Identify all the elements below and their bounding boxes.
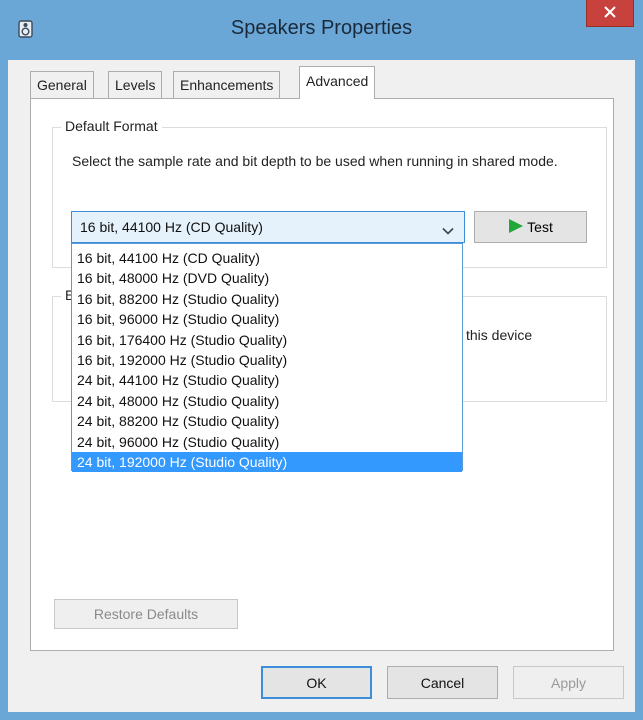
test-button-label: Test: [527, 219, 553, 235]
list-item[interactable]: 16 bit, 44100 Hz (CD Quality): [72, 248, 462, 268]
test-button[interactable]: Test: [474, 211, 587, 243]
ok-button[interactable]: OK: [261, 666, 372, 699]
list-item[interactable]: 16 bit, 176400 Hz (Studio Quality): [72, 330, 462, 350]
apply-button[interactable]: Apply: [513, 666, 624, 699]
play-icon: [508, 218, 524, 236]
list-item[interactable]: 24 bit, 88200 Hz (Studio Quality): [72, 411, 462, 431]
sample-rate-select[interactable]: 16 bit, 44100 Hz (CD Quality): [71, 211, 465, 243]
list-item[interactable]: 24 bit, 44100 Hz (Studio Quality): [72, 370, 462, 390]
restore-defaults-button[interactable]: Restore Defaults: [54, 599, 238, 629]
list-item[interactable]: 16 bit, 96000 Hz (Studio Quality): [72, 309, 462, 329]
tab-advanced[interactable]: Advanced: [299, 66, 376, 99]
list-item-highlighted[interactable]: 24 bit, 192000 Hz (Studio Quality): [72, 451, 462, 473]
tab-general[interactable]: General: [30, 71, 94, 98]
list-item[interactable]: 16 bit, 192000 Hz (Studio Quality): [72, 350, 462, 370]
close-button[interactable]: [586, 0, 634, 27]
tab-enhancements[interactable]: Enhancements: [173, 71, 281, 98]
speakers-properties-window: Speakers Properties General Levels Enhan…: [0, 0, 643, 720]
list-item[interactable]: 24 bit, 48000 Hz (Studio Quality): [72, 391, 462, 411]
tab-label: Advanced: [306, 73, 369, 89]
tab-label: General: [37, 77, 87, 93]
window-title: Speakers Properties: [230, 17, 413, 39]
default-format-description: Select the sample rate and bit depth to …: [72, 153, 558, 169]
list-item[interactable]: 16 bit, 88200 Hz (Studio Quality): [72, 289, 462, 309]
sample-rate-selected-value: 16 bit, 44100 Hz (CD Quality): [80, 219, 263, 235]
close-icon: [604, 5, 616, 21]
tab-label: Enhancements: [180, 77, 274, 93]
title-bar[interactable]: Speakers Properties: [0, 0, 643, 60]
exclusive-mode-text: this device: [466, 327, 533, 343]
list-item[interactable]: 24 bit, 96000 Hz (Studio Quality): [72, 432, 462, 452]
default-format-label: Default Format: [61, 118, 162, 134]
chevron-down-icon: [442, 222, 454, 238]
list-item[interactable]: 16 bit, 48000 Hz (DVD Quality): [72, 268, 462, 288]
tab-label: Levels: [115, 77, 156, 93]
tab-levels[interactable]: Levels: [108, 71, 163, 98]
cancel-button[interactable]: Cancel: [387, 666, 498, 699]
sample-rate-dropdown-list[interactable]: 16 bit, 44100 Hz (CD Quality) 16 bit, 48…: [71, 243, 463, 473]
